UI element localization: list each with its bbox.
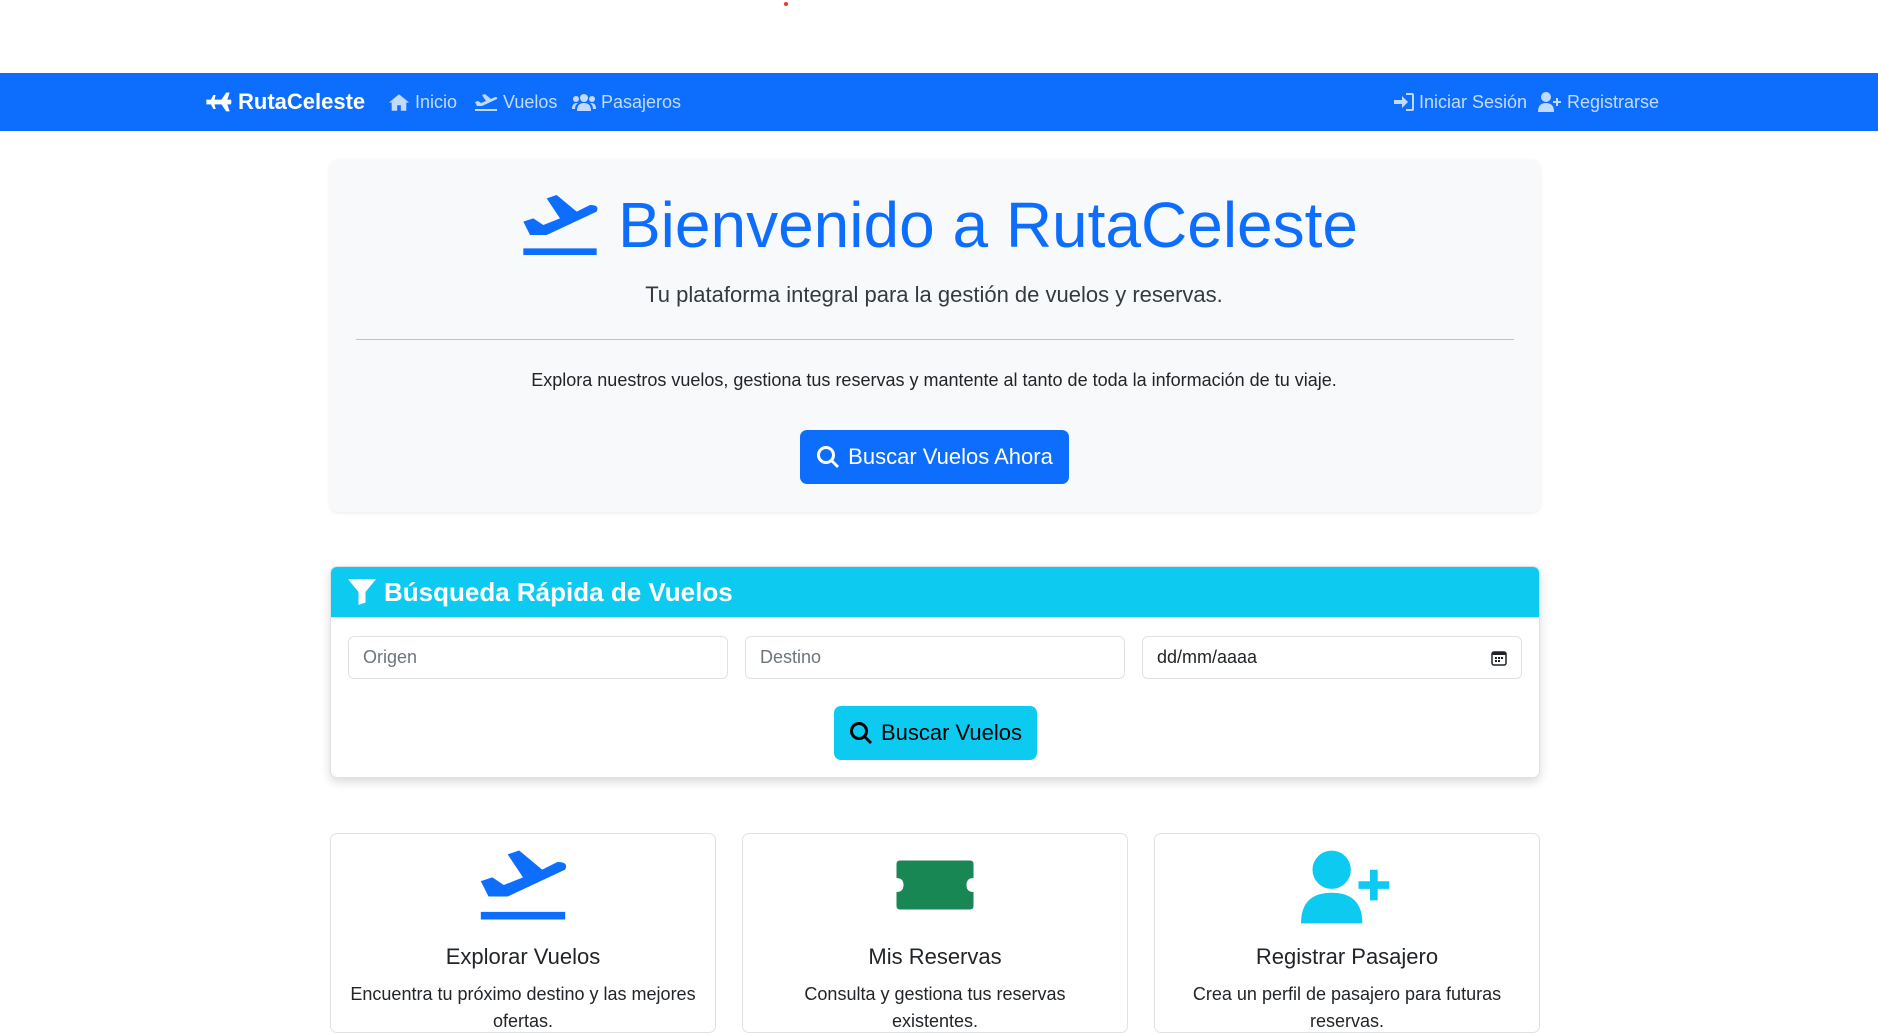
feature-description: Encuentra tu próximo destino y las mejor… [350,984,696,1031]
search-flights-now-button[interactable]: Buscar Vuelos Ahora [800,430,1069,484]
nav-link-iniciar-sesion[interactable]: Iniciar Sesión [1394,73,1527,131]
user-plus-icon [1301,850,1390,924]
search-icon [849,722,872,744]
indicator-dot [784,2,788,6]
feature-card-register-passenger[interactable]: Registrar Pasajero Crea un perfil de pas… [1154,833,1540,1033]
search-icon [817,446,840,468]
hero-description: Explora nuestros vuelos, gestiona tus re… [531,370,1337,390]
ticket-icon [896,860,974,910]
brand-link[interactable]: RutaCeleste [204,73,365,131]
feature-title: Mis Reservas [868,944,1002,969]
home-icon [388,93,410,111]
nav-link-pasajeros[interactable]: Pasajeros [572,73,681,131]
user-plus-icon [1538,92,1561,112]
filter-icon [348,579,376,605]
feature-card-explore-flights[interactable]: Explorar Vuelos Encuentra tu próximo des… [330,833,716,1033]
nav-link-inicio[interactable]: Inicio [388,73,457,131]
sign-in-icon [1394,93,1414,111]
destination-placeholder: Destino [760,647,822,667]
nav-link-vuelos[interactable]: Vuelos [474,73,557,131]
nav-link-label: Registrarse [1567,91,1660,112]
button-label: Buscar Vuelos Ahora [848,444,1053,469]
hero-title: Bienvenido a RutaCeleste [0,188,1878,262]
feature-card-my-bookings[interactable]: Mis Reservas Consulta y gestiona tus res… [742,833,1128,1033]
nav-link-label: Iniciar Sesión [1419,91,1528,112]
feature-description: Consulta y gestiona tus reservas existen… [804,984,1066,1031]
quick-search-card: Búsqueda Rápida de Vuelos Origen Destino… [330,566,1540,778]
plane-departure-icon [480,850,567,920]
date-value: dd/mm/aaaa [1157,647,1258,667]
nav-link-label: Inicio [415,91,458,112]
brand-label: RutaCeleste [238,89,366,114]
quick-search-title: Búsqueda Rápida de Vuelos [384,576,733,607]
feature-title: Registrar Pasajero [1255,944,1439,969]
quick-search-header: Búsqueda Rápida de Vuelos [331,567,1539,618]
plane-departure-icon [523,195,598,255]
nav-link-label: Vuelos [503,91,558,112]
users-icon [572,94,596,111]
feature-title: Explorar Vuelos [445,944,601,969]
hero-subtitle: Tu plataforma integral para la gestión d… [645,282,1223,307]
feature-description: Crea un perfil de pasajero para futuras … [1192,984,1502,1031]
hero-title-text: Bienvenido a RutaCeleste [617,189,1359,261]
origin-placeholder: Origen [363,647,418,667]
nav-link-label: Pasajeros [601,91,682,112]
destination-input[interactable]: Destino [745,636,1125,679]
divider [356,339,1514,340]
date-input[interactable]: dd/mm/aaaa [1142,636,1522,679]
nav-link-registrarse[interactable]: Registrarse [1538,73,1659,131]
navbar: RutaCeleste Inicio Vuelos Pasajeros Inic… [0,73,1878,131]
search-flights-button[interactable]: Buscar Vuelos [834,706,1037,760]
button-label: Buscar Vuelos [880,720,1023,745]
calendar-icon[interactable] [1491,650,1507,666]
plane-departure-icon [475,94,498,111]
origin-input[interactable]: Origen [348,636,728,679]
plane-icon [206,92,232,112]
browser-top-area [0,0,1878,73]
